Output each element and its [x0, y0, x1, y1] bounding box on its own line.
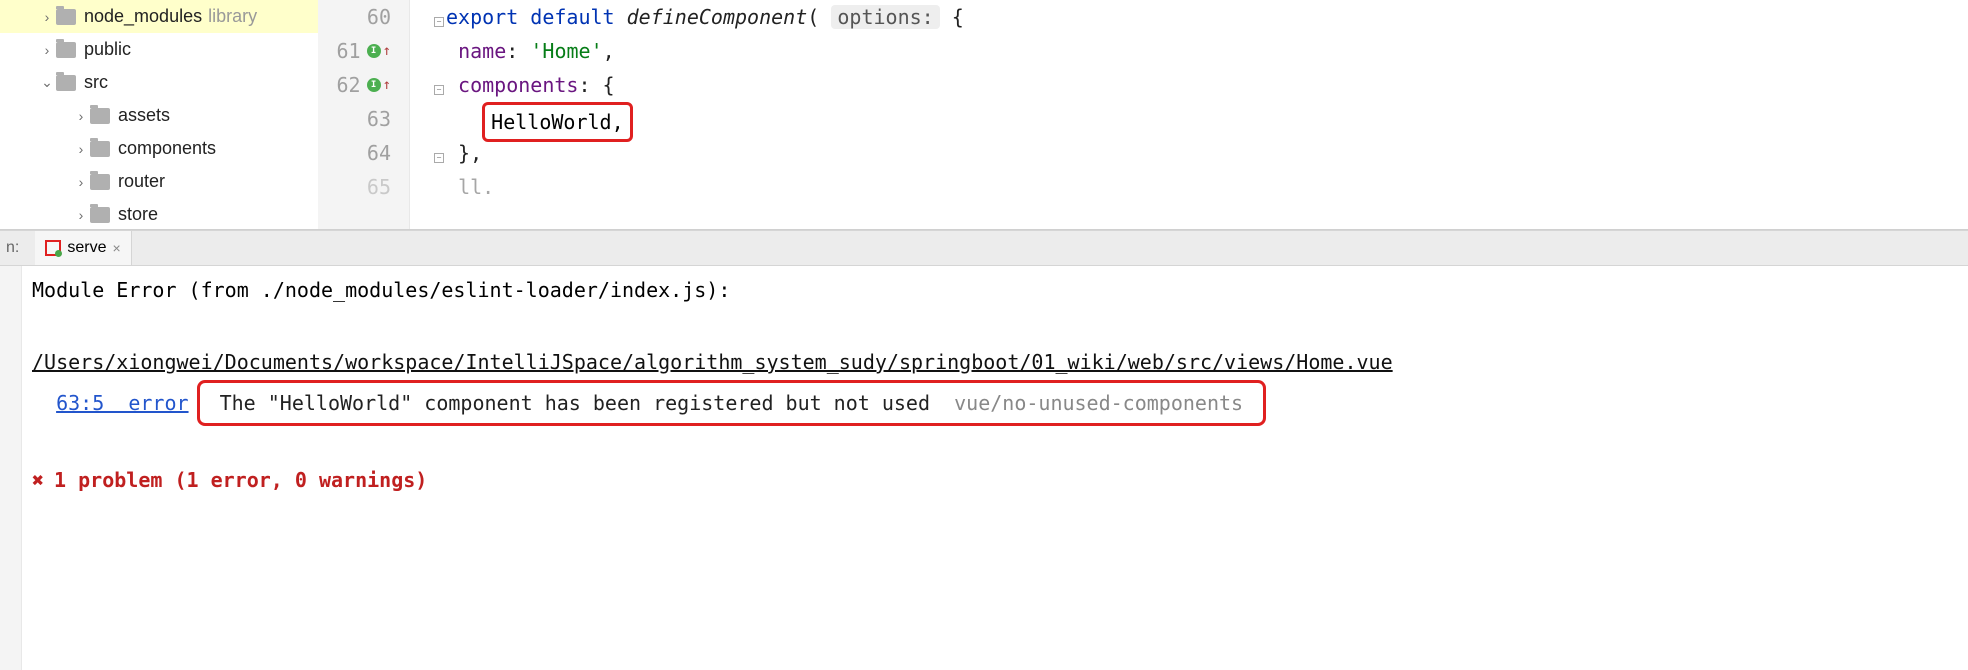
error-x-icon: ✖ [32, 468, 44, 492]
close-icon[interactable]: × [112, 240, 120, 256]
chevron-down-icon: ⌄ [38, 74, 56, 91]
console-gutter [0, 266, 22, 670]
chevron-right-icon: › [72, 207, 90, 223]
console-line [32, 426, 1958, 462]
editor-gutter[interactable]: 60 61 I↑ 62 I↑ 63 64 65 [318, 0, 410, 229]
tree-item-store[interactable]: › store [0, 198, 318, 229]
code-area[interactable]: −export default defineComponent( options… [410, 0, 1968, 229]
tree-item-label: store [118, 204, 158, 225]
code-line[interactable]: HelloWorld, [410, 102, 1968, 136]
folder-icon [90, 108, 110, 124]
vcs-marker-icon: I↑ [367, 34, 391, 68]
folder-icon [56, 42, 76, 58]
fold-icon[interactable]: − [434, 85, 444, 95]
fold-icon[interactable]: − [434, 17, 444, 27]
tree-item-assets[interactable]: › assets [0, 99, 318, 132]
folder-icon [56, 9, 76, 25]
vcs-marker-icon: I↑ [367, 68, 391, 102]
folder-icon [90, 141, 110, 157]
tree-item-label: public [84, 39, 131, 60]
tree-item-label: router [118, 171, 165, 192]
inlay-hint: options: [831, 5, 939, 29]
error-highlight: HelloWorld, [482, 102, 632, 142]
gutter-line[interactable]: 65 [318, 170, 409, 204]
run-console[interactable]: Module Error (from ./node_modules/eslint… [0, 266, 1968, 670]
tree-item-src[interactable]: ⌄ src [0, 66, 318, 99]
console-line [32, 308, 1958, 344]
gutter-line[interactable]: 61 I↑ [318, 34, 409, 68]
tree-item-components[interactable]: › components [0, 132, 318, 165]
chevron-right-icon: › [38, 42, 56, 58]
gutter-line[interactable]: 63 [318, 102, 409, 136]
run-tool-tabbar: n: serve × [0, 230, 1968, 266]
code-line[interactable]: − }, [410, 136, 1968, 170]
gutter-line[interactable]: 62 I↑ [318, 68, 409, 102]
tree-item-label: node_modules [84, 6, 202, 27]
tree-item-node-modules[interactable]: › node_modules library [0, 0, 318, 33]
error-highlight-box: The "HelloWorld" component has been regi… [197, 380, 1267, 426]
console-output[interactable]: Module Error (from ./node_modules/eslint… [22, 266, 1968, 670]
tree-item-label: components [118, 138, 216, 159]
tree-item-label: assets [118, 105, 170, 126]
console-line: Module Error (from ./node_modules/eslint… [32, 272, 1958, 308]
fold-icon[interactable]: − [434, 153, 444, 163]
code-line[interactable]: ll. [410, 170, 1968, 204]
tree-item-hint: library [208, 6, 257, 27]
tree-item-public[interactable]: › public [0, 33, 318, 66]
console-file-link[interactable]: /Users/xiongwei/Documents/workspace/Inte… [32, 344, 1958, 380]
code-line[interactable]: name: 'Home', [410, 34, 1968, 68]
gutter-line[interactable]: 64 [318, 136, 409, 170]
code-line[interactable]: −export default defineComponent( options… [410, 0, 1968, 34]
npm-run-icon [45, 240, 61, 256]
console-error-line[interactable]: 63:5 error The "HelloWorld" component ha… [32, 380, 1958, 426]
code-editor[interactable]: 60 61 I↑ 62 I↑ 63 64 65 −export default … [318, 0, 1968, 229]
run-tab-label: serve [67, 239, 106, 257]
chevron-right-icon: › [72, 141, 90, 157]
chevron-right-icon: › [72, 174, 90, 190]
folder-icon [90, 174, 110, 190]
folder-icon [90, 207, 110, 223]
gutter-line[interactable]: 60 [318, 0, 409, 34]
run-label: n: [6, 239, 19, 257]
run-tab-serve[interactable]: serve × [35, 231, 131, 265]
chevron-right-icon: › [72, 108, 90, 124]
code-line[interactable]: − components: { [410, 68, 1968, 102]
tree-item-router[interactable]: › router [0, 165, 318, 198]
tree-item-label: src [84, 72, 108, 93]
chevron-right-icon: › [38, 9, 56, 25]
project-tree[interactable]: › node_modules library › public ⌄ src › … [0, 0, 318, 229]
folder-icon [56, 75, 76, 91]
error-location-link[interactable]: 63:5 error [56, 391, 188, 415]
console-summary: ✖1 problem (1 error, 0 warnings) [32, 462, 1958, 498]
